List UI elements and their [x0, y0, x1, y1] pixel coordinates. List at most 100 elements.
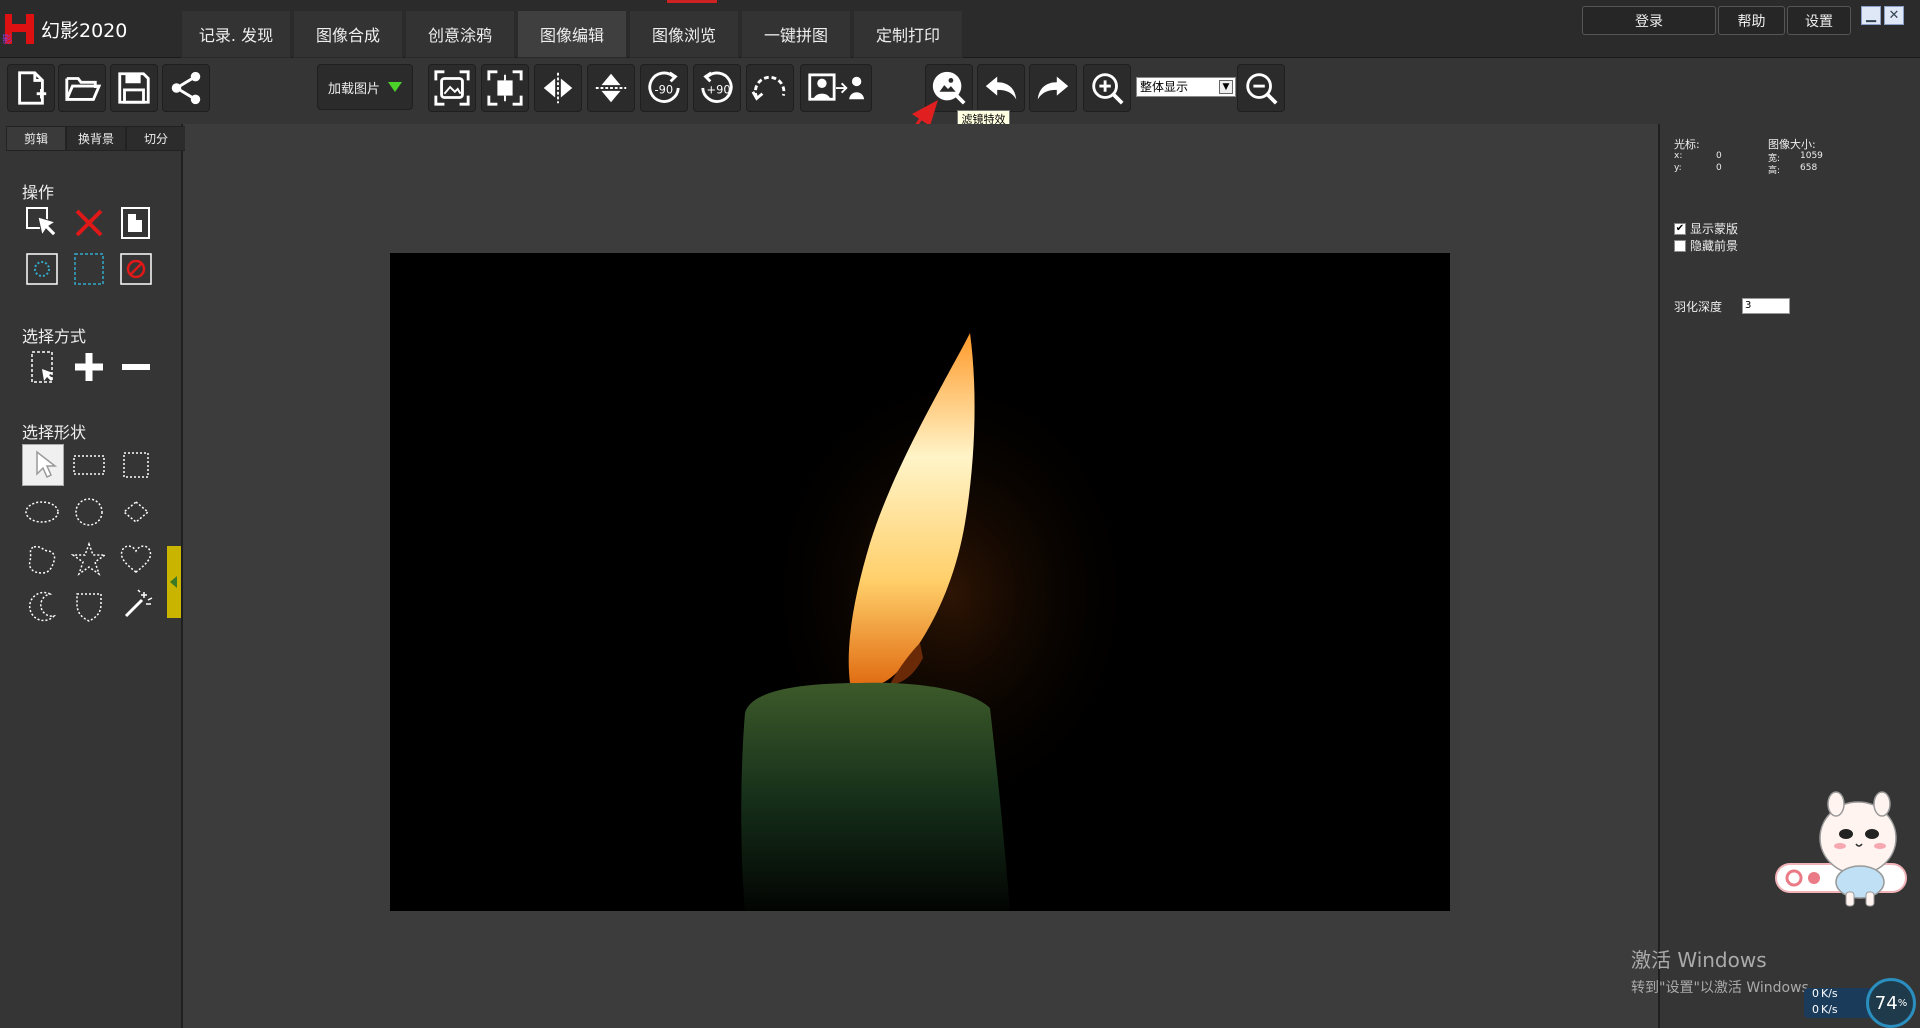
dotted-square-icon	[123, 452, 149, 478]
magic-wand-icon	[124, 589, 153, 618]
dotted-shield-icon	[76, 593, 102, 622]
show-mask-checkbox[interactable]: ✔ 显示蒙版	[1674, 220, 1738, 237]
cpu-usage-gauge[interactable]: 74%	[1866, 978, 1916, 1028]
flip-horizontal-button[interactable]	[534, 64, 582, 112]
tab-image-compose[interactable]: 图像合成	[293, 10, 403, 58]
hide-foreground-label: 隐藏前景	[1690, 239, 1739, 253]
app-title: 幻影2020	[41, 20, 128, 42]
tab-indicator	[667, 0, 717, 3]
network-meter: 0 K/s 0 K/s 74%	[1800, 976, 1920, 1028]
undo-button[interactable]	[977, 64, 1025, 112]
rotate-left-90-button[interactable]: -90	[640, 64, 688, 112]
tab-creative-doodle[interactable]: 创意涂鸦	[405, 10, 515, 58]
dotted-diamond-icon	[122, 501, 150, 523]
activation-subtitle: 转到"设置"以激活 Windows。	[1631, 980, 1823, 996]
collapse-arrow-icon	[170, 576, 177, 588]
main-tabs: 记录. 发现 图像合成 创意涂鸦 图像编辑 图像浏览 一键拼图 定制打印	[181, 10, 965, 58]
flip-horizontal-icon	[543, 72, 573, 104]
download-speed: 0 K/s	[1812, 1003, 1838, 1016]
shape-star-tool[interactable]	[70, 540, 108, 578]
crop-button[interactable]	[481, 64, 529, 112]
cpu-usage-value: 74	[1874, 992, 1898, 1014]
checkbox-empty-icon	[1674, 239, 1686, 252]
dotted-circle-icon	[75, 498, 103, 526]
tab-image-edit[interactable]: 图像编辑	[517, 10, 627, 58]
shape-pointer-tool[interactable]	[22, 444, 64, 486]
flip-vertical-button[interactable]	[587, 64, 635, 112]
magic-wand-tool[interactable]	[117, 587, 155, 625]
shape-rectangle-tool[interactable]	[70, 446, 108, 484]
zoom-in-button[interactable]	[1083, 64, 1131, 112]
rotate-right-90-button[interactable]: +90	[693, 64, 741, 112]
mascot-widget[interactable]	[1774, 784, 1920, 908]
subtab-split[interactable]: 切分	[126, 126, 186, 151]
feather-depth-input[interactable]: 3	[1742, 298, 1790, 314]
arrow-pointer-icon	[36, 450, 58, 479]
select-cursor-icon	[26, 207, 57, 237]
logo-text: 影	[2, 35, 12, 46]
hide-foreground-checkbox[interactable]: 隐藏前景	[1674, 237, 1738, 254]
minimize-icon[interactable]: ▁	[1861, 6, 1881, 25]
upload-speed: 0 K/s	[1812, 987, 1838, 1000]
subtract-selection-mode[interactable]	[117, 348, 155, 386]
canvas-image[interactable]	[390, 253, 1450, 911]
image-width-value: 1059	[1800, 151, 1823, 161]
clear-selection-tool[interactable]	[117, 250, 155, 288]
add-selection-mode[interactable]	[70, 348, 108, 386]
load-image-button[interactable]: 加载图片	[317, 64, 413, 110]
circle-marquee-tool[interactable]	[23, 250, 61, 288]
undo-arrow-icon	[985, 76, 1017, 100]
close-icon[interactable]: ✕	[1884, 6, 1904, 25]
tab-record-discover[interactable]: 记录. 发现	[181, 10, 291, 58]
plus-icon	[75, 353, 103, 381]
settings-button[interactable]: 设置	[1787, 6, 1851, 35]
open-folder-button[interactable]	[58, 64, 106, 112]
subtab-clip[interactable]: 剪辑	[6, 126, 66, 151]
help-button[interactable]: 帮助	[1718, 6, 1785, 35]
activation-title: 激活 Windows	[1631, 948, 1767, 972]
shape-circle-tool[interactable]	[70, 493, 108, 531]
zoom-out-button[interactable]	[1237, 64, 1285, 112]
new-file-icon	[18, 71, 47, 105]
dotted-blob-icon	[28, 545, 56, 574]
show-mask-label: 显示蒙版	[1690, 222, 1739, 236]
tab-custom-print[interactable]: 定制打印	[853, 10, 963, 58]
new-file-button[interactable]	[7, 64, 55, 112]
subtab-change-background[interactable]: 换背景	[66, 126, 126, 151]
cursor-label: 光标:	[1674, 138, 1700, 151]
redo-button[interactable]	[1029, 64, 1077, 112]
folder-open-icon	[65, 77, 101, 101]
new-selection-mode[interactable]	[23, 348, 61, 386]
flip-vertical-icon	[595, 73, 627, 103]
rotate-free-icon	[751, 75, 786, 101]
panel-collapse-handle[interactable]	[167, 546, 181, 618]
shape-ellipse-tool[interactable]	[23, 493, 61, 531]
select-mode-label: 选择方式	[22, 327, 87, 346]
select-pointer-tool[interactable]	[23, 204, 61, 242]
zoom-mode-select[interactable]: 整体显示 ▼	[1136, 77, 1236, 97]
fit-image-button[interactable]	[428, 64, 476, 112]
windows-activation-watermark: 激活 Windows 转到"设置"以激活 Windows。	[1631, 944, 1823, 997]
free-rotate-button[interactable]	[746, 64, 794, 112]
delete-tool[interactable]	[70, 204, 108, 242]
new-selection-icon	[31, 351, 53, 383]
title-bar: 影 幻影2020 记录. 发现 图像合成 创意涂鸦 图像编辑 图像浏览 一键拼图…	[0, 0, 1920, 58]
image-size-label: 图像大小:	[1768, 138, 1816, 151]
share-icon	[171, 71, 201, 105]
circle-select-icon	[26, 253, 58, 285]
shape-moon-tool[interactable]	[23, 587, 61, 625]
select-arrow-icon: ▼	[1219, 80, 1233, 94]
tab-image-browse[interactable]: 图像浏览	[629, 10, 739, 58]
share-button[interactable]	[162, 64, 210, 112]
svg-text:+90: +90	[707, 83, 731, 97]
shape-heart-tool[interactable]	[117, 540, 155, 578]
crop-region-tool[interactable]	[117, 204, 155, 242]
shape-square-tool[interactable]	[117, 446, 155, 484]
shape-shield-tool[interactable]	[70, 587, 108, 625]
rect-marquee-tool[interactable]	[70, 250, 108, 288]
login-button[interactable]: 登录	[1582, 6, 1716, 35]
shape-blob-tool[interactable]	[23, 540, 61, 578]
tab-one-click-collage[interactable]: 一键拼图	[741, 10, 851, 58]
shape-diamond-tool[interactable]	[117, 493, 155, 531]
save-button[interactable]	[110, 64, 158, 112]
